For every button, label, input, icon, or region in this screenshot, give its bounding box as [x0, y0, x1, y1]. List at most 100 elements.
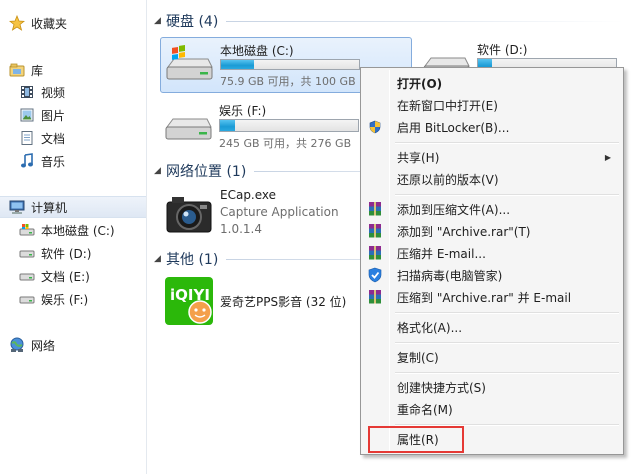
- uac-shield-icon: [363, 116, 387, 138]
- camera-icon: [166, 197, 212, 233]
- system-drive-icon: [19, 222, 35, 238]
- music-note-icon: [19, 153, 35, 169]
- menu-item-label: 共享(H): [397, 150, 440, 165]
- menu-item-open[interactable]: 打开(O): [363, 72, 621, 94]
- drive-usage-fill: [221, 60, 255, 69]
- nav-documents[interactable]: 文档: [0, 127, 146, 149]
- menu-item-scan-virus[interactable]: 扫描病毒(电脑管家): [363, 264, 621, 286]
- nav-computer[interactable]: 计算机: [0, 196, 146, 218]
- nav-label: 收藏夹: [31, 16, 68, 31]
- app-info: 爱奇艺PPS影音 (32 位): [220, 276, 346, 326]
- menu-item-label: 扫描病毒(电脑管家): [397, 268, 503, 283]
- nav-drive-e[interactable]: 文档 (E:): [0, 265, 146, 287]
- iqiyi-logo-icon: iQIYI: [165, 277, 213, 325]
- menu-item-copy[interactable]: 复制(C): [363, 346, 621, 368]
- drive-icon: [19, 245, 35, 261]
- group-header-hdd[interactable]: ◢ 硬盘 (4): [148, 11, 628, 31]
- app-info: ECap.exe Capture Application 1.0.1.4: [220, 188, 339, 248]
- collapse-arrow-icon[interactable]: ◢: [154, 16, 166, 26]
- drive-free-space: 75.9 GB 可用，共 100 GB: [220, 75, 356, 88]
- nav-libraries[interactable]: 库: [0, 59, 146, 81]
- antivirus-shield-icon: [363, 264, 387, 286]
- picture-icon: [19, 107, 35, 123]
- nav-label: 视频: [41, 85, 66, 100]
- menu-item-label: 添加到 "Archive.rar"(T): [397, 224, 531, 239]
- menu-item-label: 格式化(A)...: [397, 320, 463, 335]
- network-icon: [9, 337, 25, 353]
- nav-videos[interactable]: 视频: [0, 81, 146, 103]
- nav-drive-c[interactable]: 本地磁盘 (C:): [0, 219, 146, 241]
- menu-item-restore-previous[interactable]: 还原以前的版本(V): [363, 168, 621, 190]
- nav-label: 音乐: [41, 154, 66, 169]
- menu-separator: [395, 372, 619, 374]
- context-menu: 打开(O) 在新窗口中打开(E) 启用 BitLocker(B)... 共享(H…: [360, 67, 624, 455]
- winrar-icon: [363, 220, 387, 242]
- menu-item-share[interactable]: 共享(H) ▶: [363, 146, 621, 168]
- group-divider: [226, 20, 624, 22]
- app-tile-ecap[interactable]: ECap.exe Capture Application 1.0.1.4: [164, 188, 339, 248]
- menu-item-label: 压缩到 "Archive.rar" 并 E-mail: [397, 290, 572, 305]
- nav-label: 计算机: [31, 200, 68, 215]
- group-title: 网络位置 (1): [166, 164, 247, 180]
- drive-usage-fill: [220, 120, 236, 131]
- menu-item-label: 打开(O): [397, 76, 443, 91]
- library-icon: [9, 62, 25, 78]
- app-description: Capture Application: [220, 205, 339, 219]
- menu-item-label: 重命名(M): [397, 402, 453, 417]
- drive-icon: [19, 268, 35, 284]
- menu-separator: [395, 312, 619, 314]
- nav-favorites[interactable]: 收藏夹: [0, 12, 146, 34]
- menu-item-create-shortcut[interactable]: 创建快捷方式(S): [363, 376, 621, 398]
- nav-pictures[interactable]: 图片: [0, 104, 146, 126]
- menu-separator: [395, 194, 619, 196]
- menu-item-compress-email[interactable]: 压缩并 E-mail...: [363, 242, 621, 264]
- drive-info: 本地磁盘 (C:) 75.9 GB 可用，共 100 GB: [220, 41, 360, 89]
- group-title: 其他 (1): [166, 252, 219, 268]
- menu-item-add-to-archive[interactable]: 添加到压缩文件(A)...: [363, 198, 621, 220]
- menu-item-format[interactable]: 格式化(A)...: [363, 316, 621, 338]
- nav-label: 文档: [41, 131, 66, 146]
- menu-item-add-to-rar[interactable]: 添加到 "Archive.rar"(T): [363, 220, 621, 242]
- nav-label: 软件 (D:): [41, 246, 92, 261]
- menu-item-bitlocker[interactable]: 启用 BitLocker(B)...: [363, 116, 621, 138]
- drive-name: 本地磁盘 (C:): [220, 44, 294, 58]
- menu-item-label: 还原以前的版本(V): [397, 172, 499, 187]
- menu-item-open-new-window[interactable]: 在新窗口中打开(E): [363, 94, 621, 116]
- winrar-icon: [363, 286, 387, 308]
- nav-network[interactable]: 网络: [0, 334, 146, 356]
- nav-music[interactable]: 音乐: [0, 150, 146, 172]
- document-icon: [19, 130, 35, 146]
- drive-icon: [19, 291, 35, 307]
- winrar-icon: [363, 198, 387, 220]
- nav-label: 库: [31, 63, 44, 78]
- computer-icon: [9, 199, 25, 215]
- menu-item-label: 创建快捷方式(S): [397, 380, 486, 395]
- highlight-annotation-box: [368, 426, 464, 453]
- submenu-arrow-icon: ▶: [604, 152, 611, 162]
- nav-drive-f[interactable]: 娱乐 (F:): [0, 288, 146, 310]
- navigation-pane: 收藏夹 库 视频 图片 文档 音乐 计算机 本地磁盘 (C:) 软件 (D:) …: [0, 0, 147, 474]
- app-name: ECap.exe: [220, 188, 277, 202]
- drive-name: 软件 (D:): [477, 43, 528, 57]
- nav-label: 本地磁盘 (C:): [41, 223, 115, 238]
- menu-item-rename[interactable]: 重命名(M): [363, 398, 621, 420]
- winrar-icon: [363, 242, 387, 264]
- star-icon: [9, 15, 25, 31]
- menu-item-label: 添加到压缩文件(A)...: [397, 202, 511, 217]
- collapse-arrow-icon[interactable]: ◢: [154, 254, 166, 264]
- collapse-arrow-icon[interactable]: ◢: [154, 166, 166, 176]
- drive-name: 娱乐 (F:): [219, 104, 267, 118]
- drive-usage-bar: [220, 59, 360, 70]
- nav-drive-d[interactable]: 软件 (D:): [0, 242, 146, 264]
- drive-free-space: 245 GB 可用，共 276 GB: [219, 137, 352, 150]
- nav-label: 网络: [31, 338, 56, 353]
- menu-item-label: 复制(C): [397, 350, 439, 365]
- system-drive-icon: [166, 45, 213, 80]
- menu-item-label: 压缩并 E-mail...: [397, 246, 486, 261]
- app-tile-iqiyi[interactable]: iQIYI 爱奇艺PPS影音 (32 位): [164, 276, 346, 336]
- app-name: 爱奇艺PPS影音 (32 位): [220, 294, 347, 309]
- drive-usage-bar: [219, 119, 359, 132]
- menu-item-compress-rar-email[interactable]: 压缩到 "Archive.rar" 并 E-mail: [363, 286, 621, 308]
- group-title: 硬盘 (4): [166, 14, 219, 30]
- nav-label: 娱乐 (F:): [41, 292, 89, 307]
